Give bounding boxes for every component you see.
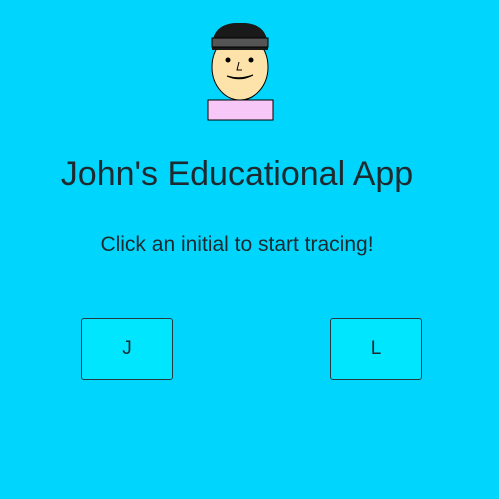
boy-face-avatar-icon — [207, 22, 274, 121]
initial-j-button[interactable]: J — [81, 318, 173, 380]
avatar — [206, 20, 276, 122]
app-title: John's Educational App — [60, 155, 414, 193]
initial-l-button[interactable]: L — [330, 318, 422, 380]
instructions-text: Click an initial to start tracing! — [100, 233, 374, 256]
